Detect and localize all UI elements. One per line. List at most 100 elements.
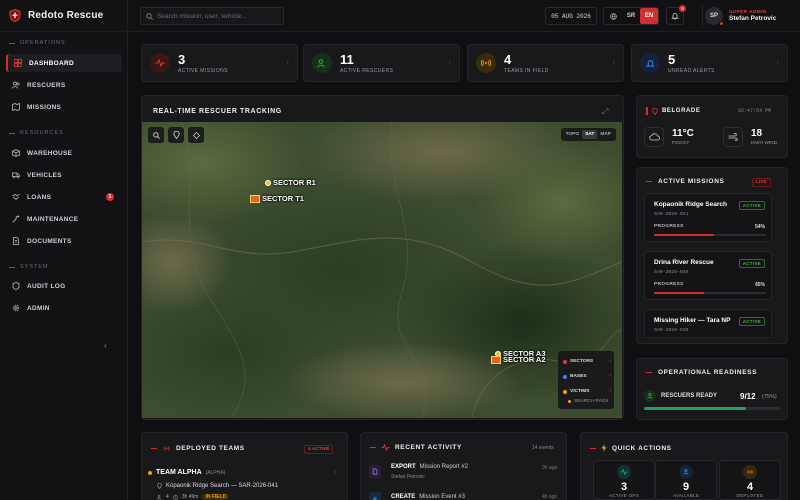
activity-time: 4h ago xyxy=(542,494,558,500)
mission-name: Missing Hiker — Tara NP xyxy=(654,317,731,324)
wind-unit: KM/H WIND xyxy=(751,141,778,146)
satellite-map[interactable]: TOPO SAT MAP SECTOR R1 SECTOR T1 SECTOR … xyxy=(142,122,622,418)
collapse-sidebar-icon[interactable]: ‹ xyxy=(104,341,107,350)
shield-logo-icon xyxy=(8,9,22,23)
grid-icon xyxy=(14,59,22,67)
quick-action-available[interactable]: 9 AVAILABLE xyxy=(655,460,717,500)
search-box[interactable] xyxy=(140,7,284,25)
sector-area-icon xyxy=(491,355,501,364)
progress-track xyxy=(654,292,766,294)
mission-status-badge: ACTIVE xyxy=(738,201,765,210)
legend-sectors[interactable]: SECTORS › xyxy=(563,359,611,364)
sidebar-item-label: DOCUMENTS xyxy=(27,237,72,245)
sidebar-item-warehouse[interactable]: WAREHOUSE xyxy=(6,144,122,162)
bell-icon xyxy=(640,53,660,73)
loans-badge: 1 xyxy=(106,193,114,201)
notifications-button[interactable]: 5 xyxy=(666,5,686,25)
radio-signal-icon xyxy=(476,53,496,73)
topbar: 05 AUG 2026 SR EN 5 SP SUPER ADMIN Stefa… xyxy=(128,0,800,32)
mission-card[interactable]: Drina River Rescue ACTIVE SAR-2026-040 P… xyxy=(644,251,772,300)
activity-action: CREATE xyxy=(391,494,416,500)
pin-icon xyxy=(157,483,162,489)
sector-label: SECTOR R1 xyxy=(273,178,316,187)
lang-sr-button[interactable]: SR xyxy=(622,13,640,19)
map-search-tool[interactable] xyxy=(148,127,164,143)
sidebar-item-missions[interactable]: MISSIONS xyxy=(6,98,122,116)
map-mode-map[interactable]: MAP xyxy=(597,130,614,139)
legend-dot xyxy=(563,389,567,394)
quick-action-label: ACTIVE OPS xyxy=(608,493,639,498)
accent-dash xyxy=(370,447,376,448)
sector-marker-r1[interactable]: SECTOR R1 xyxy=(265,178,316,187)
chevron-right-icon: › xyxy=(286,59,289,66)
legend-victims[interactable]: VICTIMS › xyxy=(563,389,611,394)
activity-icon xyxy=(150,53,170,73)
sidebar-item-admin[interactable]: ADMIN xyxy=(6,299,122,317)
legend-bases[interactable]: BASES › xyxy=(563,374,611,379)
map-terrain xyxy=(142,122,622,418)
stat-value: 4 xyxy=(504,51,512,67)
quick-action-value: 9 xyxy=(682,481,690,493)
sidebar-item-rescuers[interactable]: RESCUERS xyxy=(6,76,122,94)
activity-item[interactable]: EXPORT Mission Report #2 xyxy=(391,464,468,470)
pin-icon xyxy=(652,107,658,115)
weather-temp: 11°C xyxy=(672,128,694,139)
expand-icon[interactable]: ⤢ xyxy=(602,107,608,117)
stat-card-active-missions[interactable]: 3 ACTIVE MISSIONS › xyxy=(141,44,298,82)
stat-card-active-rescuers[interactable]: 11 ACTIVE RESCUERS › xyxy=(303,44,460,82)
date-display: 05 AUG 2026 xyxy=(545,7,597,25)
legend-dot xyxy=(568,400,571,403)
sector-label: SECTOR A2 xyxy=(503,355,546,364)
quick-action-value: 4 xyxy=(746,481,754,493)
wind-icon xyxy=(723,127,743,147)
user-name: Stefan Petrovic xyxy=(729,15,777,22)
legend-sub-label: SEARCH RADII xyxy=(574,399,609,404)
stat-label: TEAMS IN FIELD xyxy=(504,67,549,74)
map-polygon-tool[interactable] xyxy=(188,127,204,143)
brand-name: Redoto Rescue xyxy=(28,10,104,21)
search-input[interactable] xyxy=(157,12,277,20)
sector-marker-a2[interactable]: SECTOR A2 xyxy=(491,355,546,364)
sidebar-item-documents[interactable]: DOCUMENTS xyxy=(6,232,122,250)
sidebar-item-audit-log[interactable]: AUDIT LOG xyxy=(6,277,122,295)
mission-code: SAR-2026-040 xyxy=(654,270,689,275)
sidebar-item-label: MAINTENANCE xyxy=(27,215,79,223)
user-menu[interactable]: SP SUPER ADMIN Stefan Petrovic xyxy=(702,4,800,28)
map-pin-tool[interactable] xyxy=(168,127,184,143)
lang-en-button[interactable]: EN xyxy=(640,8,658,24)
sidebar-item-dashboard[interactable]: DASHBOARD xyxy=(6,54,122,72)
users-icon xyxy=(312,53,332,73)
quick-action-label: DEPLOYED xyxy=(736,493,764,498)
chevron-right-icon: › xyxy=(609,389,611,394)
sidebar-item-maintenance[interactable]: MAINTENANCE xyxy=(6,210,122,228)
activity-item[interactable]: CREATE Mission Event #3 xyxy=(391,494,465,500)
sidebar-item-loans[interactable]: LOANS 1 xyxy=(6,188,122,206)
mission-card[interactable]: Missing Hiker — Tara NP ACTIVE SAR-2026-… xyxy=(644,309,772,338)
mission-card[interactable]: Kopaonik Ridge Search ACTIVE SAR-2026-04… xyxy=(644,193,772,242)
brand[interactable]: Redoto Rescue xyxy=(0,0,127,32)
activity-time: 3h ago xyxy=(542,465,558,471)
online-status-dot xyxy=(719,21,724,26)
users-icon xyxy=(12,81,20,89)
readiness-header: OPERATIONAL READINESS xyxy=(646,369,757,376)
section-operations: OPERATIONS xyxy=(0,40,66,46)
accent-bar xyxy=(646,107,648,115)
map-mode-topo[interactable]: TOPO xyxy=(563,130,583,139)
readiness-label: RESCUERS READY xyxy=(661,393,718,399)
quick-action-deployed[interactable]: 4 DEPLOYED xyxy=(719,460,781,500)
section-resources: RESOURCES xyxy=(0,130,64,136)
plus-icon xyxy=(369,492,381,500)
map-mode-sat[interactable]: SAT xyxy=(582,130,598,139)
stat-card-teams-in-field[interactable]: 4 TEAMS IN FIELD › xyxy=(467,44,624,82)
sidebar-item-vehicles[interactable]: VEHICLES xyxy=(6,166,122,184)
sidebar-item-label: ADMIN xyxy=(27,304,50,312)
stat-card-unread-alerts[interactable]: 5 UNREAD ALERTS › xyxy=(631,44,788,82)
team-mission-text: Kopaonik Ridge Search — SAR-2026-041 xyxy=(166,483,279,489)
team-status-badge: IN FIELD xyxy=(202,494,230,500)
activity-user: Stefan Petrovic xyxy=(391,474,425,480)
weather-time: 02:47:54 PM xyxy=(738,108,772,114)
quick-action-active-ops[interactable]: 3 ACTIVE OPS xyxy=(593,460,655,500)
legend-label: VICTIMS xyxy=(570,389,590,394)
sector-marker-t1[interactable]: SECTOR T1 xyxy=(250,194,304,203)
team-row[interactable]: TEAM ALPHA (ALPHA) xyxy=(148,469,225,476)
